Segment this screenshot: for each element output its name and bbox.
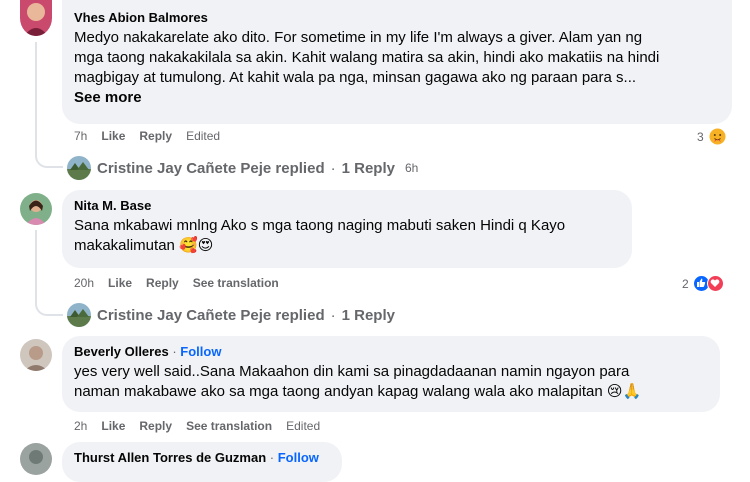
follow-button[interactable]: Follow	[180, 344, 221, 359]
separator: ·	[269, 450, 275, 465]
avatar[interactable]	[20, 193, 52, 225]
comment-line: Sana mkabawi mnlng Ako s mga taong nagin…	[74, 217, 566, 234]
comment-bubble: Nita M. Base Sana mkabawi mnlng Ako s mg…	[62, 190, 632, 268]
comment-author[interactable]: Nita M. Base	[74, 198, 620, 214]
reply-button[interactable]: Reply	[139, 418, 172, 434]
thread-line	[35, 230, 37, 290]
comment-author[interactable]: Vhes Abion Balmores	[74, 10, 720, 26]
view-replies[interactable]: Cristine Jay Cañete Peje replied · 1 Rep…	[67, 303, 395, 327]
comment-line: makakalimutan 🥰😍	[74, 237, 214, 254]
comment-line: yes very well said..Sana Makaahon din ka…	[74, 363, 630, 380]
comment-header: Thurst Allen Torres de Guzman · Follow	[74, 450, 330, 466]
reaction-count: 3	[697, 129, 704, 144]
comment-text: Medyo nakakarelate ako dito. For sometim…	[74, 28, 720, 88]
reply-button[interactable]: Reply	[146, 275, 179, 291]
reaction-count: 2	[682, 276, 689, 291]
comment-actions: 2h Like Reply See translation Edited	[74, 418, 320, 434]
reply-count[interactable]: 1 Reply	[342, 307, 395, 324]
reaction-summary[interactable]: 2	[682, 275, 724, 292]
avatar[interactable]	[20, 339, 52, 371]
see-translation-link[interactable]: See translation	[193, 275, 279, 291]
comment-line: mga taong nakakakilala sa akin. Kahit wa…	[74, 49, 660, 66]
separator: ·	[330, 306, 336, 324]
reply-time: 6h	[404, 161, 419, 175]
comment-time[interactable]: 2h	[74, 418, 87, 434]
edited-label: Edited	[286, 419, 321, 433]
comment-bubble: Beverly Olleres · Follow yes very well s…	[62, 336, 720, 412]
comment-time[interactable]: 7h	[74, 128, 87, 144]
reply-button[interactable]: Reply	[139, 128, 172, 144]
avatar	[67, 303, 91, 327]
comment-line: magbigay at tumulong. At kahit wala pa n…	[74, 69, 637, 86]
comment-bubble: Vhes Abion Balmores Medyo nakakarelate a…	[62, 0, 732, 124]
like-button[interactable]: Like	[101, 418, 125, 434]
comment-header: Beverly Olleres · Follow	[74, 344, 708, 360]
comment-text: Sana mkabawi mnlng Ako s mga taong nagin…	[74, 216, 620, 256]
comment-line: Medyo nakakarelate ako dito. For sometim…	[74, 29, 643, 46]
separator: ·	[172, 344, 177, 359]
like-button[interactable]: Like	[101, 128, 125, 144]
comment-line: naman makabawe ako sa mga taong andyan k…	[74, 383, 642, 400]
like-button[interactable]: Like	[108, 275, 132, 291]
care-reaction-icon	[709, 128, 726, 145]
reply-author[interactable]: Cristine Jay Cañete Peje replied	[97, 307, 325, 324]
thread-line	[35, 42, 37, 144]
comment-author[interactable]: Beverly Olleres	[74, 344, 169, 359]
comment-time[interactable]: 20h	[74, 275, 94, 291]
comment-text: yes very well said..Sana Makaahon din ka…	[74, 362, 708, 402]
reaction-summary[interactable]: 3	[697, 128, 726, 145]
edited-label: Edited	[186, 129, 221, 143]
avatar	[67, 156, 91, 180]
reply-count[interactable]: 1 Reply	[342, 160, 395, 177]
separator: ·	[330, 159, 336, 177]
see-more-link[interactable]: See more	[74, 88, 720, 108]
love-reaction-icon	[706, 275, 724, 292]
avatar[interactable]	[20, 0, 52, 36]
avatar[interactable]	[20, 443, 52, 475]
thread-curve	[35, 140, 63, 168]
follow-button[interactable]: Follow	[278, 450, 319, 465]
view-replies[interactable]: Cristine Jay Cañete Peje replied · 1 Rep…	[67, 156, 418, 180]
see-translation-link[interactable]: See translation	[186, 418, 272, 434]
comment-actions: 7h Like Reply Edited	[74, 128, 220, 144]
comment-actions: 20h Like Reply See translation	[74, 275, 279, 291]
reply-author[interactable]: Cristine Jay Cañete Peje replied	[97, 160, 325, 177]
comment-author[interactable]: Thurst Allen Torres de Guzman	[74, 450, 266, 465]
thread-curve	[35, 288, 63, 316]
comment-bubble: Thurst Allen Torres de Guzman · Follow	[62, 442, 342, 482]
